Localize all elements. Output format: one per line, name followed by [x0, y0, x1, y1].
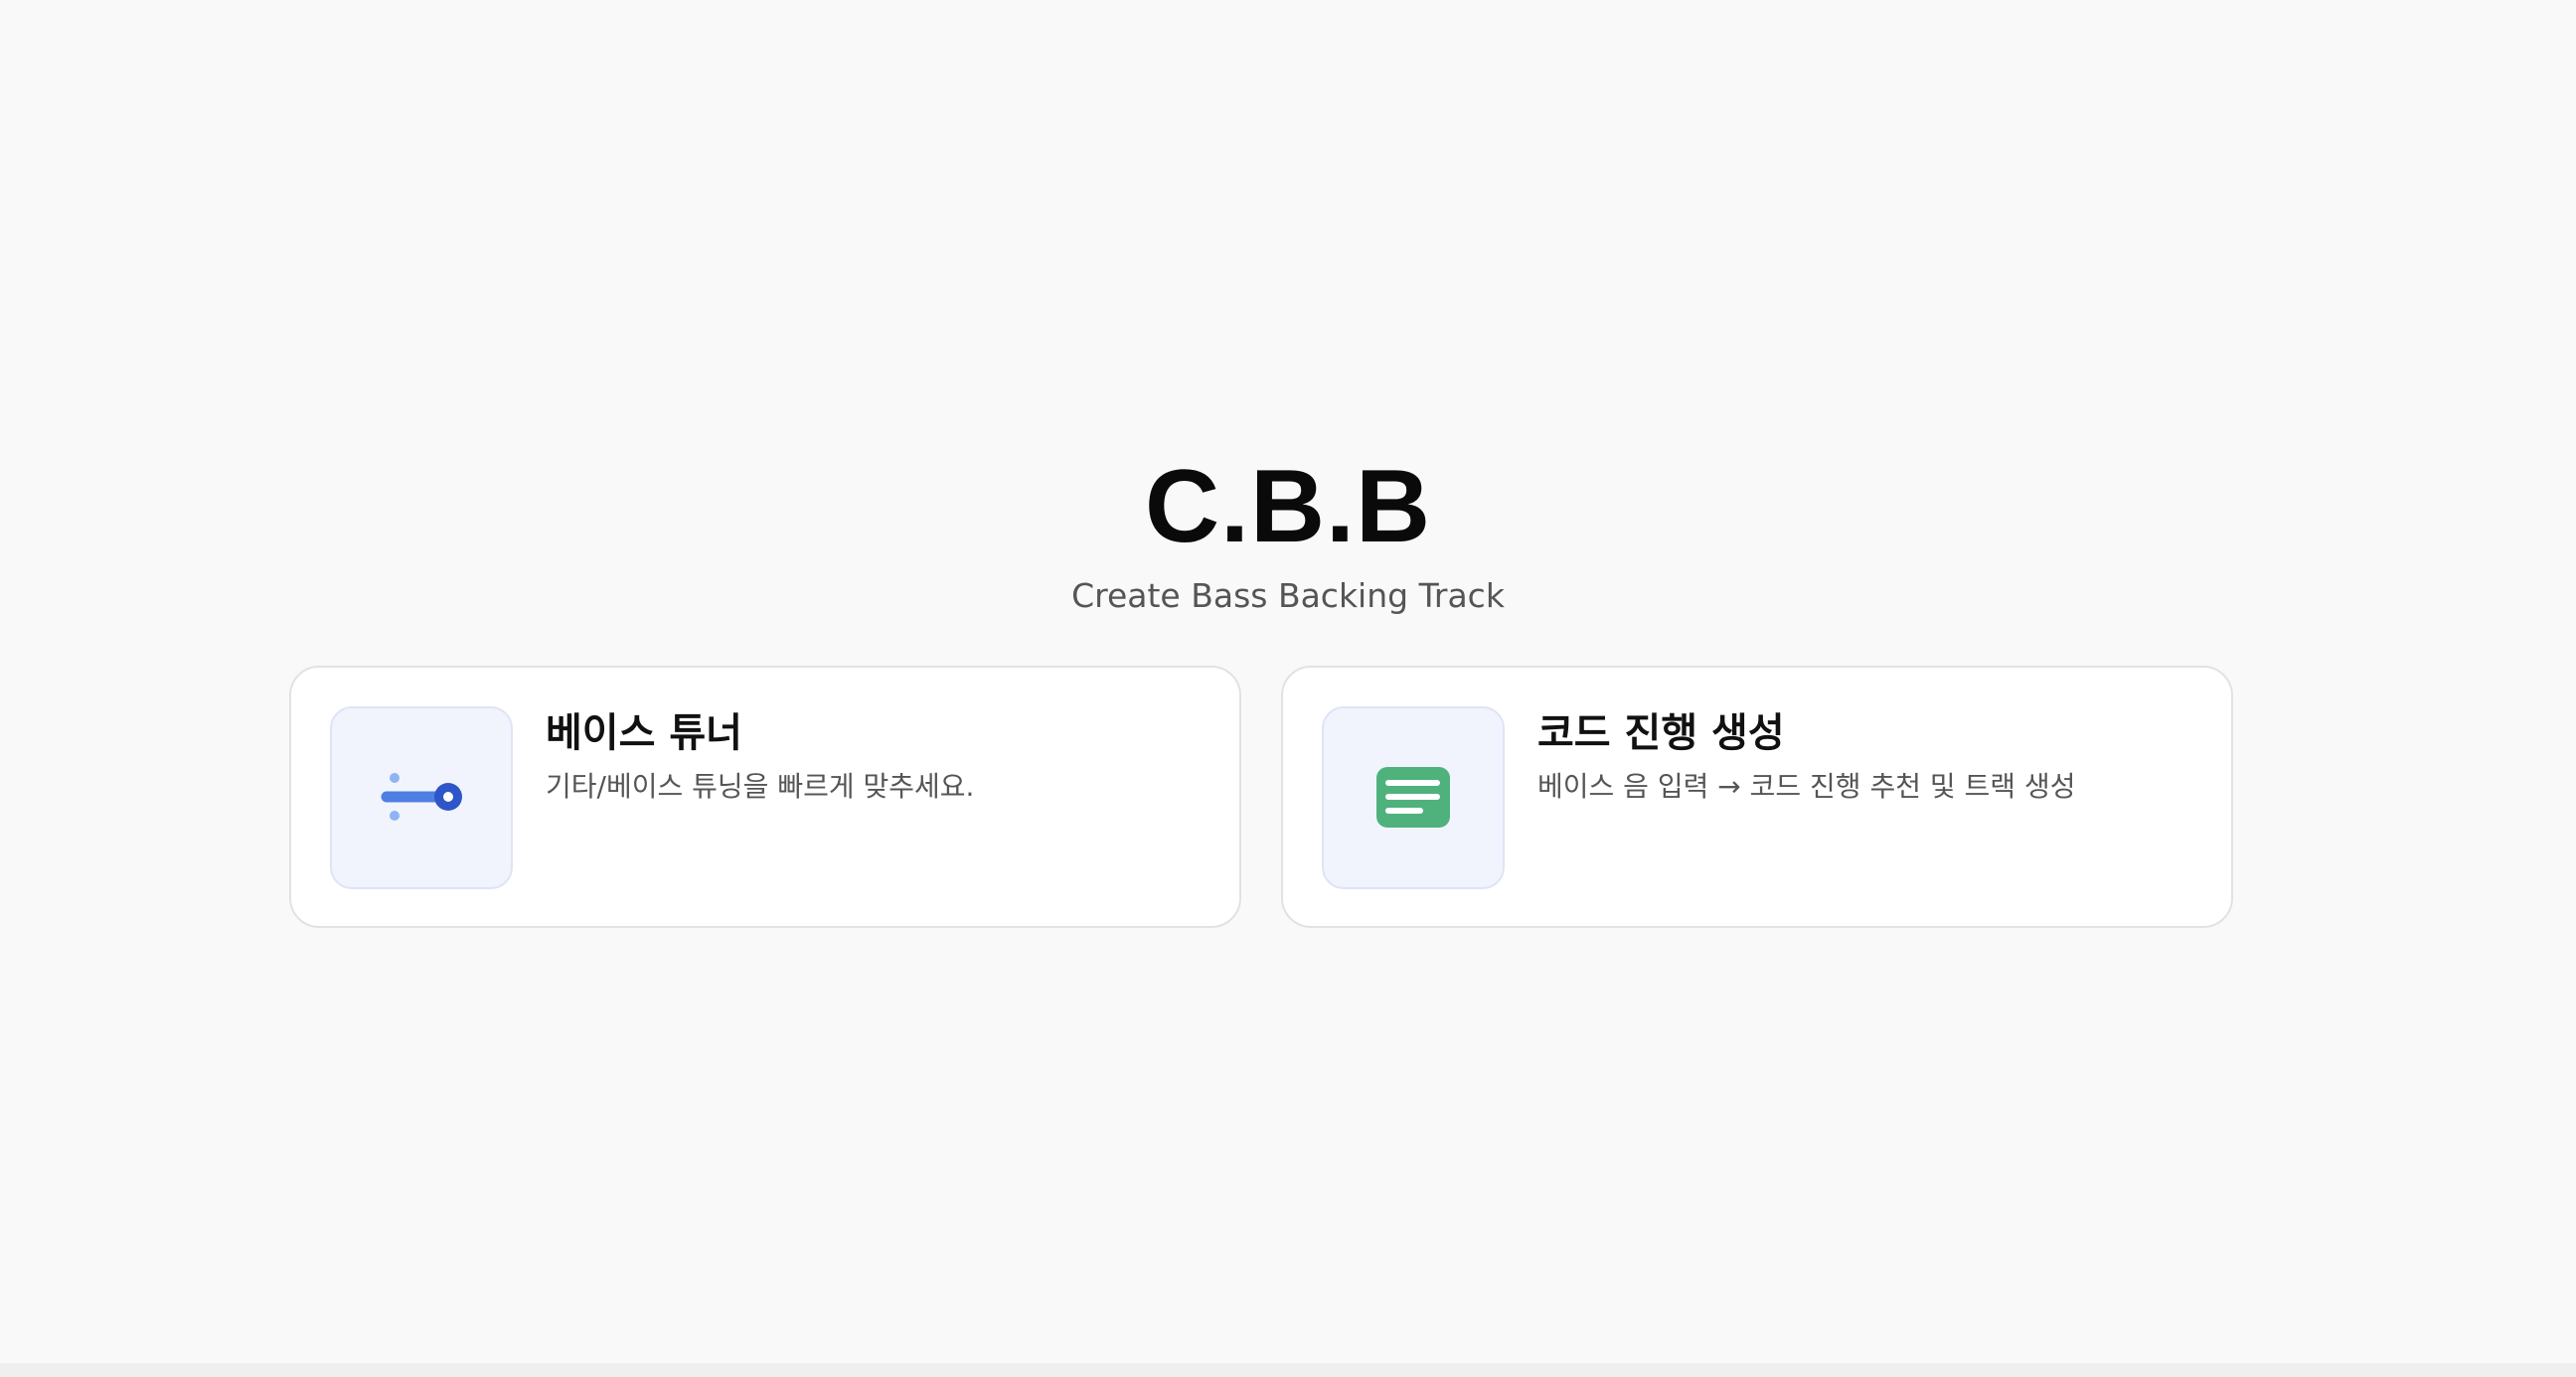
- document-lines-icon: [1376, 767, 1450, 828]
- card-description: 베이스 음 입력 → 코드 진행 추천 및 트랙 생성: [1537, 770, 2076, 803]
- bass-tuner-card[interactable]: 베이스 튜너 기타/베이스 튜닝을 빠르게 맞추세요.: [289, 666, 1241, 928]
- bottom-strip: [0, 1363, 2576, 1377]
- card-description: 기타/베이스 튜닝을 빠르게 맞추세요.: [546, 770, 975, 803]
- app-subtitle: Create Bass Backing Track: [1071, 576, 1505, 615]
- chord-progression-card[interactable]: 코드 진행 생성 베이스 음 입력 → 코드 진행 추천 및 트랙 생성: [1281, 666, 2233, 928]
- card-title: 코드 진행 생성: [1537, 710, 1785, 756]
- hero: C.B.B Create Bass Backing Track: [0, 447, 2576, 618]
- chord-icon-box: [1322, 706, 1505, 889]
- landing-page: C.B.B Create Bass Backing Track 베이스 튜너 기…: [0, 0, 2576, 1377]
- card-title: 베이스 튜너: [546, 710, 742, 756]
- tuner-icon: [381, 773, 462, 821]
- app-title: C.B.B: [1144, 449, 1432, 564]
- tuner-icon-box: [330, 706, 513, 889]
